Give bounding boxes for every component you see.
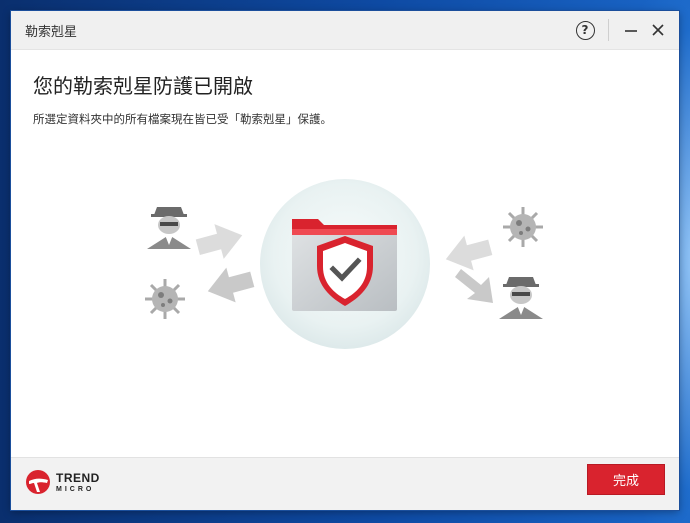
trend-micro-logo-icon [26,470,50,494]
brand-line1: TREND [56,470,100,485]
help-icon: ? [575,20,595,40]
left-exchange-arrows [195,224,255,303]
page-heading: 您的勒索剋星防護已開啟 [33,74,253,98]
minimize-icon [625,30,637,32]
hacker-icon [499,277,543,319]
trend-micro-logo: TREND MICRO [25,469,100,495]
titlebar-divider [608,19,609,41]
window-title: 勒索剋星 [25,25,78,40]
help-glyph: ? [581,23,589,37]
brand-line2: MICRO [56,485,95,493]
virus-icon [503,207,543,247]
title-bar: 勒索剋星 ? [11,11,679,50]
page-description: 所選定資料夾中的所有檔案現在皆已受「勒索剋星」保護。 [33,112,332,126]
protection-illustration [145,177,543,351]
close-button[interactable] [644,17,672,43]
close-icon [652,24,664,36]
virus-icon [145,279,185,319]
hacker-icon [147,207,191,249]
shield-folder-check-icon [292,219,397,311]
done-button[interactable]: 完成 [587,464,665,495]
minimize-button[interactable] [617,17,645,43]
footer-bar: TREND MICRO 完成 [11,457,679,510]
right-exchange-arrows [445,235,493,303]
help-button[interactable]: ? [571,17,599,43]
app-window: 勒索剋星 ? 您的勒索剋星防護已開啟 所選定資料夾中的所有檔案現在皆已受「勒索剋… [11,11,679,510]
